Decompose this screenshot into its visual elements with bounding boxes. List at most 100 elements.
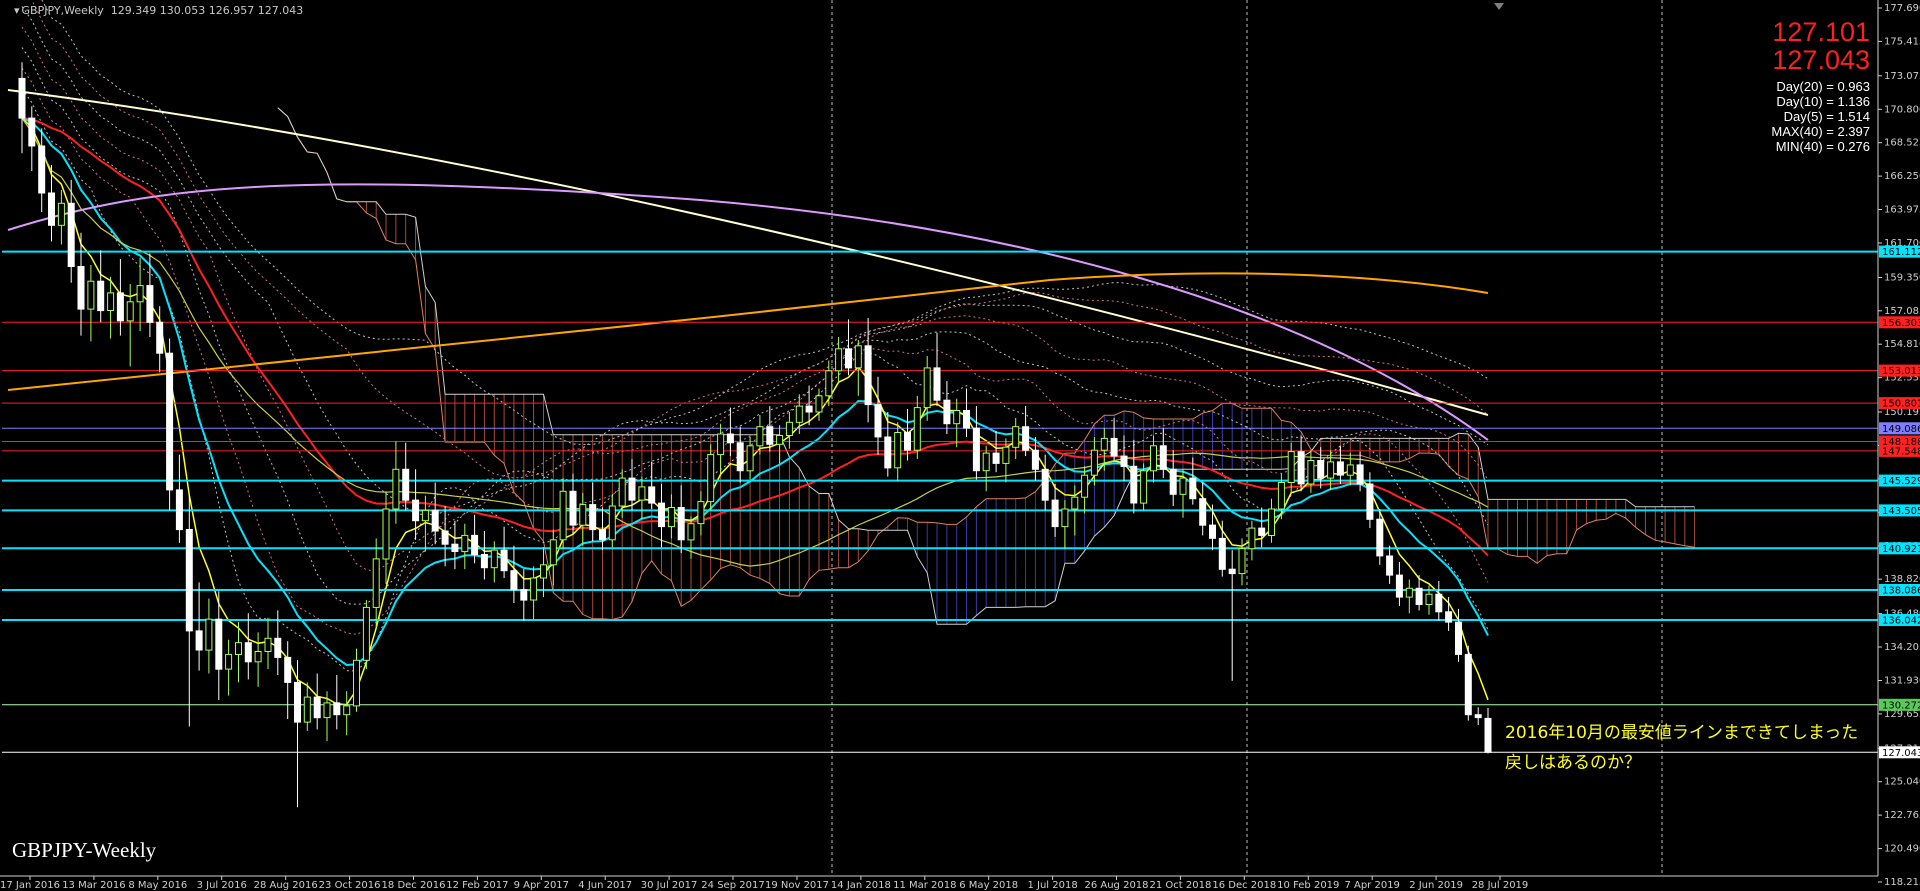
y-tick-label-24: 122.765 [1884, 810, 1920, 821]
candle-body-113 [1130, 465, 1138, 504]
y-tick-label-2: 173.075 [1884, 71, 1920, 82]
candle-body-127 [1268, 508, 1275, 536]
symbol-label: GBPJPY,Weekly [21, 4, 104, 17]
x-tick-label-10: 30 Jul 2017 [641, 880, 698, 891]
candle-body-48 [490, 549, 498, 569]
x-tick-label-15: 6 May 2018 [959, 880, 1018, 891]
candle-body-125 [1248, 527, 1256, 550]
x-tick-label-12: 19 Nov 2017 [765, 880, 829, 891]
bid-price: 127.101 [1772, 17, 1870, 47]
level-tag-label-7: 145.529 [1882, 476, 1920, 487]
x-tick-label-21: 7 Apr 2019 [1344, 880, 1399, 891]
candle-body-66 [667, 507, 675, 528]
candle-body-85 [854, 345, 862, 369]
candle-body-18 [195, 630, 203, 651]
candle-body-115 [1150, 445, 1157, 472]
candle-body-84 [845, 348, 852, 369]
candle-body-136 [1356, 464, 1364, 485]
candle-body-31 [323, 702, 331, 719]
candle-body-8 [97, 280, 105, 312]
candle-body-114 [1140, 470, 1148, 504]
candle-body-147 [1464, 653, 1472, 716]
candle-body-56 [569, 490, 577, 526]
candle-body-62 [628, 477, 636, 501]
x-tick-label-2: 8 May 2016 [128, 880, 187, 891]
candle-body-36 [372, 558, 380, 608]
candle-body-93 [933, 367, 941, 401]
candle-body-59 [599, 529, 606, 541]
x-tick-label-8: 9 Apr 2017 [514, 880, 569, 891]
annotation-line-1: 2016年10月の最安値ラインまできてしまった [1505, 723, 1859, 743]
candle-body-61 [618, 477, 626, 507]
y-tick-label-6: 163.975 [1884, 205, 1920, 216]
candle-body-55 [559, 490, 567, 541]
y-tick-label-26: 118.215 [1884, 877, 1920, 888]
candle-body-5 [67, 202, 75, 268]
level-tag-label-1: 156.303 [1882, 318, 1920, 329]
candle-body-30 [313, 696, 321, 719]
y-tick-label-19: 134.205 [1884, 642, 1920, 653]
candle-body-118 [1179, 477, 1187, 495]
level-tag-label-2: 153.013 [1882, 366, 1920, 377]
candle-body-137 [1366, 483, 1374, 520]
y-tick-label-5: 166.250 [1884, 171, 1920, 182]
candle-body-71 [717, 433, 725, 456]
candle-body-23 [244, 642, 252, 663]
candle-body-37 [382, 508, 390, 560]
level-tag-label-8: 143.505 [1882, 506, 1920, 517]
x-tick-label-0: 17 Jan 2016 [0, 880, 60, 891]
candle-body-135 [1346, 464, 1354, 476]
x-tick-label-14: 11 Mar 2018 [893, 880, 956, 891]
candle-body-45 [461, 534, 469, 553]
candle-body-121 [1209, 524, 1216, 539]
candle-body-75 [756, 426, 764, 447]
candle-body-140 [1395, 574, 1403, 598]
level-tag-label-9: 140.921 [1882, 544, 1920, 555]
x-tick-label-17: 26 Aug 2018 [1084, 880, 1148, 891]
candle-body-34 [353, 659, 360, 707]
candle-body-132 [1317, 460, 1325, 479]
x-tick-label-13: 14 Jan 2018 [831, 880, 891, 891]
candle-body-134 [1336, 461, 1344, 476]
candle-body-101 [1012, 426, 1020, 448]
y-tick-label-8: 159.350 [1884, 273, 1920, 284]
candle-body-90 [904, 432, 911, 451]
y-tick-label-9: 157.085 [1884, 306, 1920, 317]
candle-body-88 [884, 436, 892, 469]
x-tick-label-6: 18 Dec 2016 [382, 880, 446, 891]
candle-body-69 [697, 501, 705, 525]
candle-body-17 [185, 529, 193, 632]
x-tick-label-19: 16 Dec 2018 [1212, 880, 1276, 891]
candle-body-131 [1307, 460, 1315, 485]
candle-body-107 [1071, 496, 1079, 510]
candle-body-72 [726, 433, 734, 444]
scroll-marker-icon[interactable] [1494, 3, 1504, 10]
level-tag-label-6: 147.548 [1882, 446, 1920, 457]
candle-body-15 [166, 352, 174, 491]
candle-body-25 [264, 637, 272, 652]
candle-body-130 [1297, 451, 1305, 485]
stat-day5: Day(5) = 1.514 [1783, 109, 1870, 124]
candle-body-12 [136, 285, 144, 303]
candle-body-143 [1425, 593, 1433, 606]
candle-body-112 [1120, 455, 1128, 467]
candle-body-83 [835, 348, 843, 372]
chart-header: ▾ GBPJPY,Weekly 129.349 130.053 126.957 1… [14, 4, 303, 17]
x-tick-label-16: 1 Jul 2018 [1027, 880, 1077, 891]
candle-body-49 [500, 549, 508, 572]
candle-body-76 [766, 426, 774, 445]
candle-body-1 [28, 117, 36, 147]
level-tag-label-12: 130.272 [1882, 700, 1920, 711]
candle-body-124 [1238, 548, 1246, 575]
candle-body-73 [736, 442, 744, 472]
candle-body-10 [116, 292, 124, 322]
candle-body-133 [1327, 461, 1335, 479]
candle-body-27 [284, 656, 292, 683]
candle-body-64 [648, 486, 656, 504]
candle-body-86 [864, 345, 872, 406]
candle-body-40 [412, 499, 420, 522]
candle-body-52 [530, 577, 538, 601]
ohlc-readout: 129.349 130.053 126.957 127.043 [110, 4, 304, 17]
dropdown-triangle-icon[interactable]: ▾ [14, 4, 20, 17]
candle-body-77 [776, 435, 784, 445]
